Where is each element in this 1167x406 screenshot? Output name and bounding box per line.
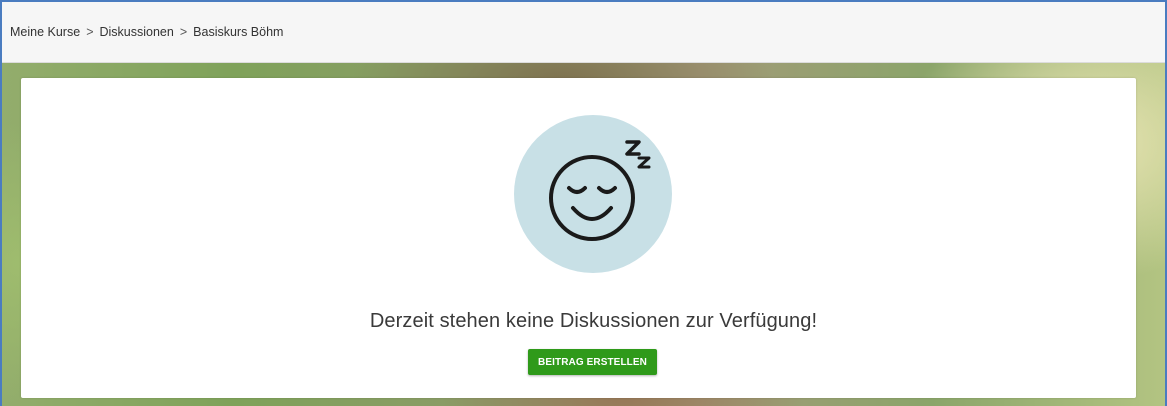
breadcrumb-item-meine-kurse[interactable]: Meine Kurse bbox=[10, 25, 80, 39]
breadcrumb-separator: > bbox=[179, 25, 188, 39]
breadcrumb-item-diskussionen[interactable]: Diskussionen bbox=[100, 25, 174, 39]
breadcrumb-item-basiskurs[interactable]: Basiskurs Böhm bbox=[193, 25, 283, 39]
sleeping-smiley-icon bbox=[514, 115, 672, 273]
breadcrumb: Meine Kurse > Diskussionen > Basiskurs B… bbox=[10, 25, 283, 39]
breadcrumb-separator: > bbox=[86, 25, 94, 39]
create-post-button[interactable]: BEITRAG ERSTELLEN bbox=[528, 349, 657, 375]
empty-state-card: Derzeit stehen keine Diskussionen zur Ve… bbox=[21, 78, 1136, 398]
empty-state-message: Derzeit stehen keine Diskussionen zur Ve… bbox=[369, 310, 818, 332]
app-window: Meine Kurse > Diskussionen > Basiskurs B… bbox=[0, 0, 1167, 406]
top-bar: Meine Kurse > Diskussionen > Basiskurs B… bbox=[2, 2, 1165, 63]
